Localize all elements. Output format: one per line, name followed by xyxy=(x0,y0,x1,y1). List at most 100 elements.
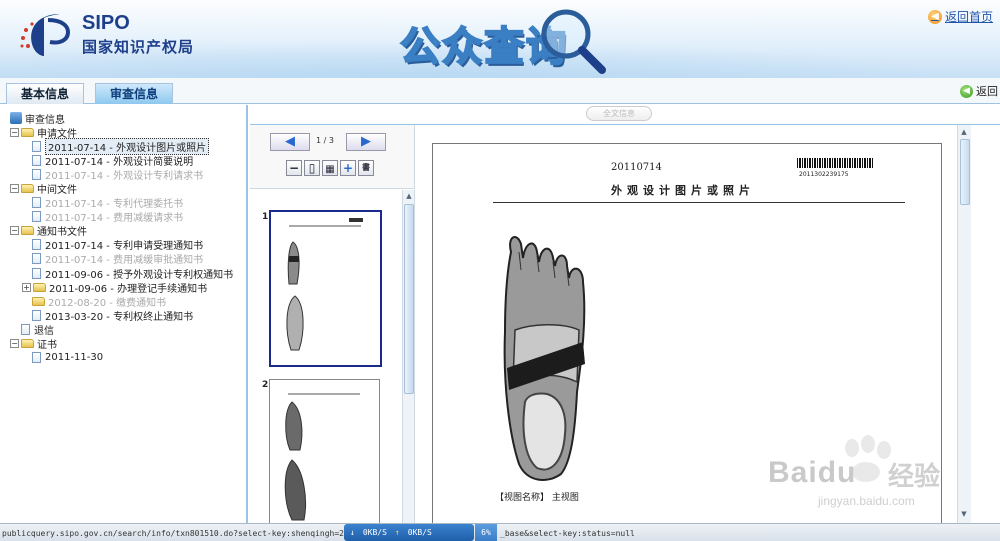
network-percent: 6% xyxy=(475,524,497,541)
tree-item: 2011-07-14 - 外观设计专利请求书 xyxy=(10,167,246,182)
folder-open-icon xyxy=(21,127,34,137)
return-home-link[interactable]: ◀ 返回首页 xyxy=(928,8,993,25)
next-page-button[interactable]: ▶ xyxy=(346,133,386,151)
sipo-logo-icon xyxy=(20,14,71,56)
logo-text-en: SIPO xyxy=(82,12,130,34)
tree-item[interactable]: 2011-07-14 - 外观设计图片或照片 xyxy=(10,137,246,155)
tree-group-notices[interactable]: − 通知书文件 xyxy=(10,224,246,238)
scroll-up-icon[interactable]: ▲ xyxy=(404,191,414,201)
upload-arrow-icon: ↑ xyxy=(394,528,400,537)
document-icon xyxy=(32,168,41,180)
tree-item[interactable]: 2013-03-20 - 专利权终止通知书 xyxy=(10,308,246,323)
tree-item-label: 2013-03-20 - 专利权终止通知书 xyxy=(45,311,194,323)
collapse-toggle-icon[interactable]: − xyxy=(10,226,19,236)
page-header: SIPO 国家知识产权局 公众查询 ◀ 返回首页 xyxy=(0,0,1000,78)
zoom-out-button[interactable]: − xyxy=(286,160,302,176)
document-icon xyxy=(21,323,30,335)
text-icon: 書 xyxy=(362,163,370,172)
review-tree: 审查信息 − 申请文件 2011-07-14 - 外观设计图片或照片 2011-… xyxy=(0,105,248,523)
scrollbar-thumb[interactable] xyxy=(960,139,970,205)
shoe-thumbnail-icon xyxy=(284,393,360,521)
text-mode-button[interactable]: 書 xyxy=(358,160,374,176)
tree-item[interactable]: 2011-09-06 - 授予外观设计专利权通知书 xyxy=(10,266,246,281)
tree-item: 2011-07-14 - 费用减缓请求书 xyxy=(10,210,246,224)
folder-open-icon xyxy=(21,184,34,194)
tab-basic-info[interactable]: 基本信息 xyxy=(6,83,85,104)
document-icon xyxy=(32,140,41,152)
document-icon xyxy=(32,239,41,251)
left-arrow-icon: ◀ xyxy=(285,134,295,149)
status-url-tail: _base&select-key:status=null xyxy=(500,529,635,538)
collapse-toggle-icon[interactable]: − xyxy=(10,339,19,349)
folder-icon xyxy=(32,296,45,306)
tree-item-label: 2011-07-14 - 费用减缓审批通知书 xyxy=(45,255,204,267)
view-name-prefix: 【视图名称】 xyxy=(495,493,550,503)
scrollbar-thumb[interactable] xyxy=(404,204,414,394)
document-title: 外观设计图片或照片 xyxy=(611,184,755,197)
fulltext-pill-button[interactable]: 全文信息 xyxy=(586,106,652,121)
thumbnail-list: 1 2 ▲ xyxy=(250,190,415,523)
tree-group-label: 通知书文件 xyxy=(37,227,87,239)
plus-icon: + xyxy=(342,161,354,175)
document-icon xyxy=(32,197,41,209)
scroll-up-icon[interactable]: ▲ xyxy=(959,127,969,137)
page-thumbnail[interactable] xyxy=(269,379,380,523)
tree-item[interactable]: 2011-07-14 - 专利申请受理通知书 xyxy=(10,238,246,252)
tree-item[interactable]: + 2011-09-06 - 办理登记手续通知书 xyxy=(10,280,246,295)
back-arrow-icon: ◀ xyxy=(960,84,973,98)
grid-view-button[interactable]: ▦ xyxy=(322,160,338,176)
zoom-in-button[interactable]: + xyxy=(340,160,356,176)
tree-group-certificate[interactable]: − 证书 xyxy=(10,337,246,351)
collapse-toggle-icon[interactable]: − xyxy=(10,184,19,194)
watermark-text: Baidu xyxy=(768,456,857,489)
barcode-icon xyxy=(797,158,873,168)
tree-group-label: 中间文件 xyxy=(37,185,77,197)
tree-item-label: 2011-07-14 - 外观设计简要说明 xyxy=(45,156,194,168)
tree-item-label: 退信 xyxy=(34,325,54,337)
minus-icon: − xyxy=(288,161,300,175)
tab-bar: 基本信息 审查信息 xyxy=(0,78,1000,104)
expand-toggle-icon[interactable]: + xyxy=(22,282,31,292)
tab-review-info[interactable]: 审查信息 xyxy=(95,83,174,104)
tree-item-label: 2012-08-20 - 缴费通知书 xyxy=(48,297,167,309)
tree-item-label: 2011-07-14 - 外观设计专利请求书 xyxy=(45,170,204,182)
tree-item-label: 2011-09-06 - 授予外观设计专利权通知书 xyxy=(45,269,234,281)
logo-text-cn: 国家知识产权局 xyxy=(82,38,195,56)
tree-group-intermediate[interactable]: − 中间文件 xyxy=(10,181,246,197)
return-home-label: 返回首页 xyxy=(945,10,994,24)
folder-open-icon xyxy=(21,339,34,349)
status-bar: publicquery.sipo.gov.cn/search/info/txn8… xyxy=(0,523,1000,541)
back-label: 返回 xyxy=(976,85,998,98)
page-indicator: 1 / 3 xyxy=(316,136,334,145)
document-icon xyxy=(32,253,41,265)
viewer-controls: ◀ 1 / 3 ▶ − ▯ ▦ + 書 xyxy=(250,125,415,189)
document-icon xyxy=(32,211,41,223)
watermark-cn: 经验 xyxy=(888,462,941,492)
document-icon xyxy=(32,267,41,279)
magnifier-icon xyxy=(541,9,606,74)
single-page-button[interactable]: ▯ xyxy=(304,160,320,176)
status-url: publicquery.sipo.gov.cn/search/info/txn8… xyxy=(2,529,349,538)
tree-item[interactable]: 2011-11-30 xyxy=(10,351,246,365)
back-button[interactable]: ◀ 返回 xyxy=(960,83,998,99)
collapse-toggle-icon[interactable]: − xyxy=(10,127,19,137)
view-name-value: 主视图 xyxy=(551,493,579,503)
document-date: 20110714 xyxy=(611,162,662,173)
view-name-label: 【视图名称】 主视图 xyxy=(495,490,579,503)
thumb-number: 2 xyxy=(262,380,269,390)
network-speed-bar: ↓ 0KB/S ↑ 0KB/S xyxy=(344,524,474,541)
tree-item-returned-mail[interactable]: 退信 xyxy=(10,322,246,337)
right-arrow-icon: ▶ xyxy=(361,134,371,149)
tree-item-label: 2011-09-06 - 办理登记手续通知书 xyxy=(49,283,208,295)
tree-item-label: 2011-07-14 - 专利申请受理通知书 xyxy=(45,241,204,253)
tree-root[interactable]: 审查信息 xyxy=(10,111,246,126)
prev-page-button[interactable]: ◀ xyxy=(270,133,310,151)
tree-item[interactable]: 2011-07-14 - 外观设计简要说明 xyxy=(10,153,246,168)
tree-item: 2011-07-14 - 专利代理委托书 xyxy=(10,196,246,210)
thumbnail-scrollbar[interactable]: ▲ xyxy=(402,190,414,523)
download-speed: 0KB/S xyxy=(362,528,387,537)
document-icon xyxy=(32,309,41,321)
tree-group-label: 证书 xyxy=(37,340,57,352)
download-arrow-icon: ↓ xyxy=(350,528,355,537)
page-thumbnail[interactable] xyxy=(269,210,382,367)
